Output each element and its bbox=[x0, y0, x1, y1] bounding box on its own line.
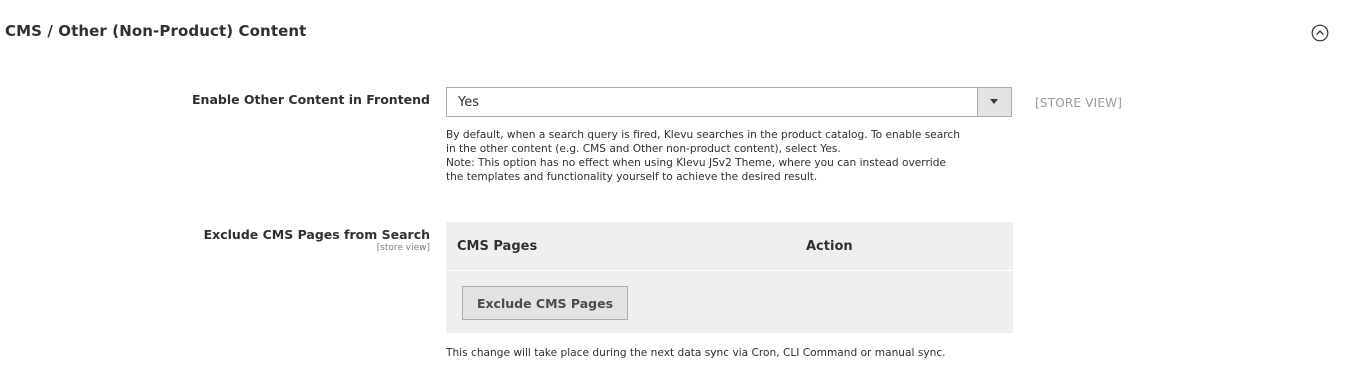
note-line: the templates and functionality yourself… bbox=[446, 171, 818, 183]
column-cms-pages: CMS Pages bbox=[457, 239, 538, 254]
column-action: Action bbox=[806, 239, 853, 254]
select-value: Yes bbox=[458, 95, 479, 110]
exclude-cms-scope: [store view] bbox=[376, 243, 430, 253]
note-line: in the other content (e.g. CMS and Other… bbox=[446, 143, 841, 155]
scope-label: [STORE VIEW] bbox=[1035, 96, 1123, 110]
note-line: By default, when a search query is fired… bbox=[446, 129, 960, 141]
section-title[interactable]: CMS / Other (Non-Product) Content bbox=[5, 22, 306, 40]
exclude-cms-pages-button[interactable]: Exclude CMS Pages bbox=[462, 286, 628, 320]
note-line: Note: This option has no effect when usi… bbox=[446, 157, 946, 169]
cms-pages-grid: CMS Pages Action Exclude CMS Pages bbox=[446, 222, 1013, 333]
exclude-cms-label: Exclude CMS Pages from Search bbox=[203, 227, 430, 242]
enable-other-content-label: Enable Other Content in Frontend bbox=[192, 92, 430, 107]
enable-other-content-note: By default, when a search query is fired… bbox=[446, 128, 1016, 184]
note-line: This change will take place during the n… bbox=[446, 347, 946, 359]
select-arrow-button[interactable] bbox=[977, 88, 1011, 116]
caret-down-icon bbox=[990, 99, 998, 104]
enable-other-content-select[interactable]: Yes bbox=[446, 87, 1012, 117]
chevron-up-circle-icon[interactable] bbox=[1311, 24, 1329, 42]
grid-header: CMS Pages Action bbox=[446, 222, 1013, 271]
section-header[interactable]: CMS / Other (Non-Product) Content bbox=[0, 0, 1366, 66]
exclude-cms-note: This change will take place during the n… bbox=[446, 346, 1016, 360]
